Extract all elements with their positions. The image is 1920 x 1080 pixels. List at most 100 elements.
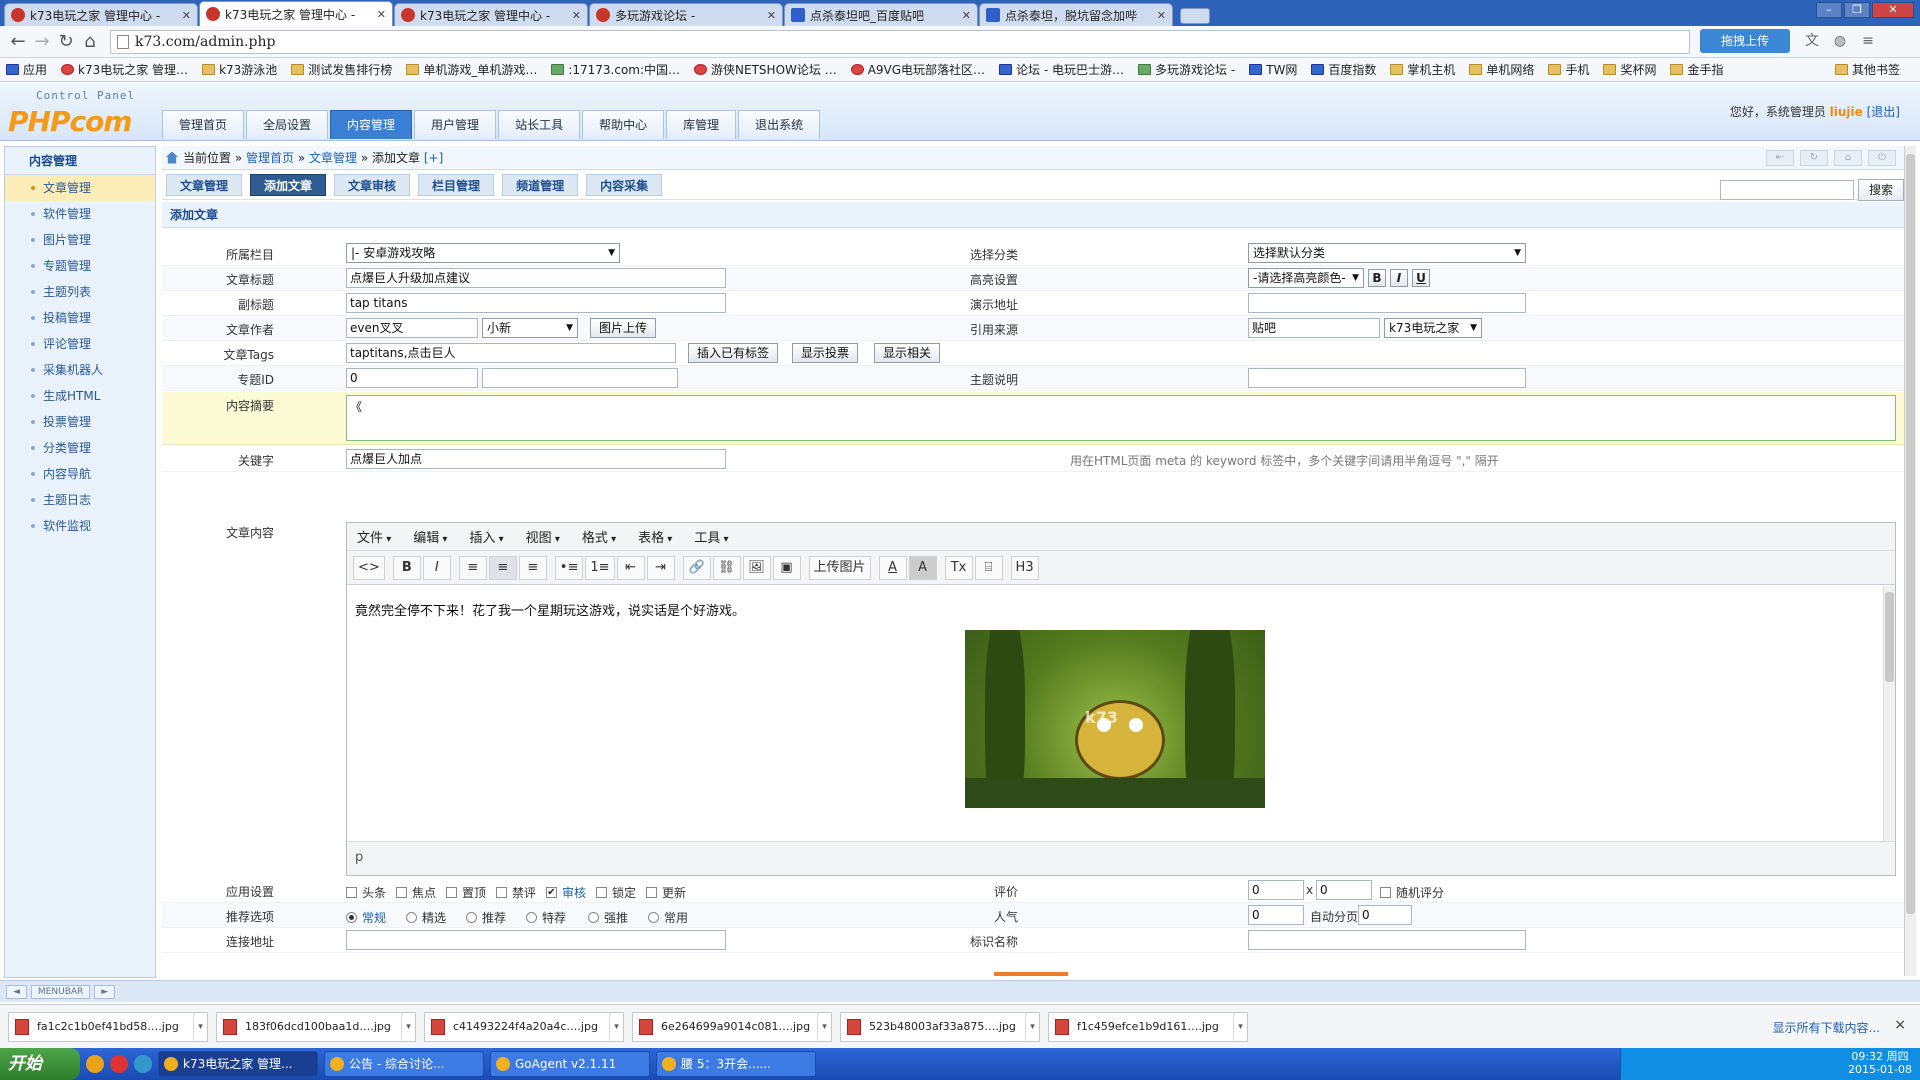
chevron-down-icon[interactable]: ▾	[609, 1012, 623, 1041]
editor-menu-file[interactable]: 文件	[357, 527, 391, 546]
menubar-toggle[interactable]: MENUBAR	[30, 984, 91, 999]
outdent-icon[interactable]: ⇤	[616, 555, 645, 580]
taskbar-window[interactable]: 腰 5：3开会......	[656, 1051, 816, 1077]
show-vote-button[interactable]: 显示投票	[792, 343, 859, 363]
search-button[interactable]: 搜索	[1858, 179, 1904, 201]
nav-content-management[interactable]: 内容管理	[330, 110, 413, 139]
logout-link[interactable]: [退出]	[1867, 105, 1900, 119]
forward-icon[interactable]: →	[30, 30, 54, 54]
source-input[interactable]: 贴吧	[1248, 318, 1380, 338]
editor-select[interactable]: 小新	[482, 318, 578, 338]
link-icon[interactable]: 🔗	[682, 555, 711, 580]
browser-tab[interactable]: k73电玩之家 管理中心 - ✕	[394, 3, 588, 26]
rating-input-b[interactable]: 0	[1316, 880, 1372, 900]
nav-user-management[interactable]: 用户管理	[414, 110, 497, 139]
recommend-normal-radio[interactable]: 常规	[346, 909, 386, 926]
minimize-icon[interactable]: –	[1816, 2, 1842, 18]
crumb-add-link[interactable]: [+]	[424, 151, 443, 165]
chrome-icon[interactable]	[110, 1055, 128, 1073]
bullet-list-icon[interactable]: •≡	[554, 555, 584, 580]
phpcom-logo[interactable]: PHPcom	[8, 105, 132, 138]
ie-icon[interactable]	[134, 1055, 152, 1073]
lock-checkbox[interactable]: 锁定	[596, 884, 636, 901]
nav-help-center[interactable]: 帮助中心	[582, 110, 665, 139]
close-icon[interactable]: ✕	[377, 8, 386, 21]
keywords-input[interactable]: 点爆巨人加点	[346, 449, 726, 469]
summary-textarea[interactable]: 《	[346, 395, 1896, 441]
random-rating-checkbox[interactable]: 随机评分	[1380, 884, 1444, 901]
bookmark-item[interactable]: 应用	[6, 61, 47, 78]
nav-library[interactable]: 库管理	[666, 110, 737, 139]
download-item[interactable]: 183f06dcd100baa1d….jpg ▾	[216, 1011, 416, 1042]
nav-webmaster-tools[interactable]: 站长工具	[498, 110, 581, 139]
tab-add-article[interactable]: 添加文章	[250, 173, 327, 196]
left-arrow-icon[interactable]: ◄	[6, 984, 27, 999]
numbered-list-icon[interactable]: 1≡	[585, 555, 615, 580]
bookmark-item[interactable]: :17173.com:中国…	[551, 61, 680, 78]
translate-icon[interactable]: 文	[1804, 33, 1820, 49]
bookmark-folder[interactable]: 金手指	[1670, 61, 1723, 78]
back-icon[interactable]: ←	[6, 30, 30, 54]
chevron-down-icon[interactable]: ▾	[193, 1012, 207, 1041]
update-checkbox[interactable]: 更新	[646, 884, 686, 901]
category-select[interactable]: |- 安卓游戏攻略	[346, 243, 620, 263]
right-arrow-icon[interactable]: ►	[94, 984, 116, 999]
indent-icon[interactable]: ⇥	[646, 555, 675, 580]
taskbar-window[interactable]: GoAgent v2.1.11	[490, 1051, 650, 1077]
quicklaunch-icon[interactable]	[86, 1055, 104, 1073]
show-related-button[interactable]: 显示相关	[874, 343, 941, 363]
browser-tab-active[interactable]: k73电玩之家 管理中心 - ✕	[199, 1, 393, 26]
tags-input[interactable]: taptitans,点击巨人	[346, 343, 676, 363]
sidebar-item-content-nav[interactable]: 内容导航	[5, 461, 155, 487]
browser-tab[interactable]: 点杀泰坦吧_百度贴吧 ✕	[784, 3, 978, 26]
bookmark-folder[interactable]: 掌机主机	[1390, 61, 1455, 78]
other-bookmarks[interactable]: 其他书签	[1834, 61, 1900, 78]
close-icon[interactable]: ✕	[572, 9, 581, 22]
taskbar-window[interactable]: k73电玩之家 管理...	[158, 1051, 318, 1077]
sidebar-item-theme-log[interactable]: 主题日志	[5, 487, 155, 513]
nav-home[interactable]: 管理首页	[162, 110, 245, 139]
nav-global-settings[interactable]: 全局设置	[246, 110, 329, 139]
browser-tab[interactable]: k73电玩之家 管理中心 - ✕	[4, 3, 198, 26]
recommend-strong-radio[interactable]: 强推	[588, 909, 628, 926]
new-tab-button[interactable]	[1180, 8, 1210, 24]
bookmark-item[interactable]: A9VG电玩部落社区…	[850, 61, 985, 78]
download-item[interactable]: 6e264699a9014c081….jpg ▾	[632, 1011, 832, 1042]
recommend-common-radio[interactable]: 常用	[648, 909, 688, 926]
globe-icon[interactable]: ◍	[1832, 33, 1848, 49]
download-item[interactable]: fa1c2c1b0ef41bd58….jpg ▾	[8, 1011, 208, 1042]
bookmark-folder[interactable]: 单机网络	[1469, 61, 1534, 78]
title-input[interactable]: 点爆巨人升级加点建议	[346, 268, 726, 288]
close-icon[interactable]: ✕	[182, 9, 191, 22]
download-item[interactable]: c41493224f4a20a4c….jpg ▾	[424, 1011, 624, 1042]
editor-menu-tools[interactable]: 工具	[694, 527, 728, 546]
media-icon[interactable]: ▣	[772, 555, 801, 580]
recommend-special-radio[interactable]: 特荐	[526, 909, 566, 926]
start-button[interactable]: 开始	[0, 1048, 80, 1080]
editor-menu-table[interactable]: 表格	[638, 527, 672, 546]
rating-input-a[interactable]: 0	[1248, 880, 1304, 900]
refresh-frame-icon[interactable]: ↻	[1800, 150, 1828, 166]
menu-icon[interactable]: ≡	[1860, 33, 1876, 49]
bookmark-item[interactable]: 单机游戏_单机游戏…	[406, 61, 537, 78]
italic-toggle[interactable]: I	[1390, 269, 1408, 287]
page-scrollbar[interactable]	[1904, 146, 1916, 976]
home-icon[interactable]: ⌂	[78, 30, 102, 54]
chevron-down-icon[interactable]: ▾	[401, 1012, 415, 1041]
source-select[interactable]: k73电玩之家	[1384, 318, 1482, 338]
crumb-link[interactable]: 文章管理	[309, 149, 357, 166]
text-color-icon[interactable]: A	[878, 555, 907, 580]
underline-toggle[interactable]: U	[1412, 269, 1430, 287]
nav-exit[interactable]: 退出系统	[738, 110, 821, 139]
reload-icon[interactable]: ↻	[54, 30, 78, 54]
bookmark-item[interactable]: k73电玩之家 管理…	[61, 61, 188, 78]
sidebar-item-topics[interactable]: 专题管理	[5, 253, 155, 279]
taskbar-window[interactable]: 公告 - 综合讨论...	[324, 1051, 484, 1077]
upload-image-button[interactable]: 上传图片	[808, 555, 871, 580]
bold-toggle[interactable]: B	[1368, 269, 1386, 287]
home-frame-icon[interactable]: ⌂	[1834, 150, 1862, 166]
page-break-icon[interactable]: ⌸	[974, 555, 1003, 580]
close-icon[interactable]: ✕	[962, 9, 971, 22]
italic-icon[interactable]: I	[422, 555, 451, 580]
sidebar-item-collector[interactable]: 采集机器人	[5, 357, 155, 383]
